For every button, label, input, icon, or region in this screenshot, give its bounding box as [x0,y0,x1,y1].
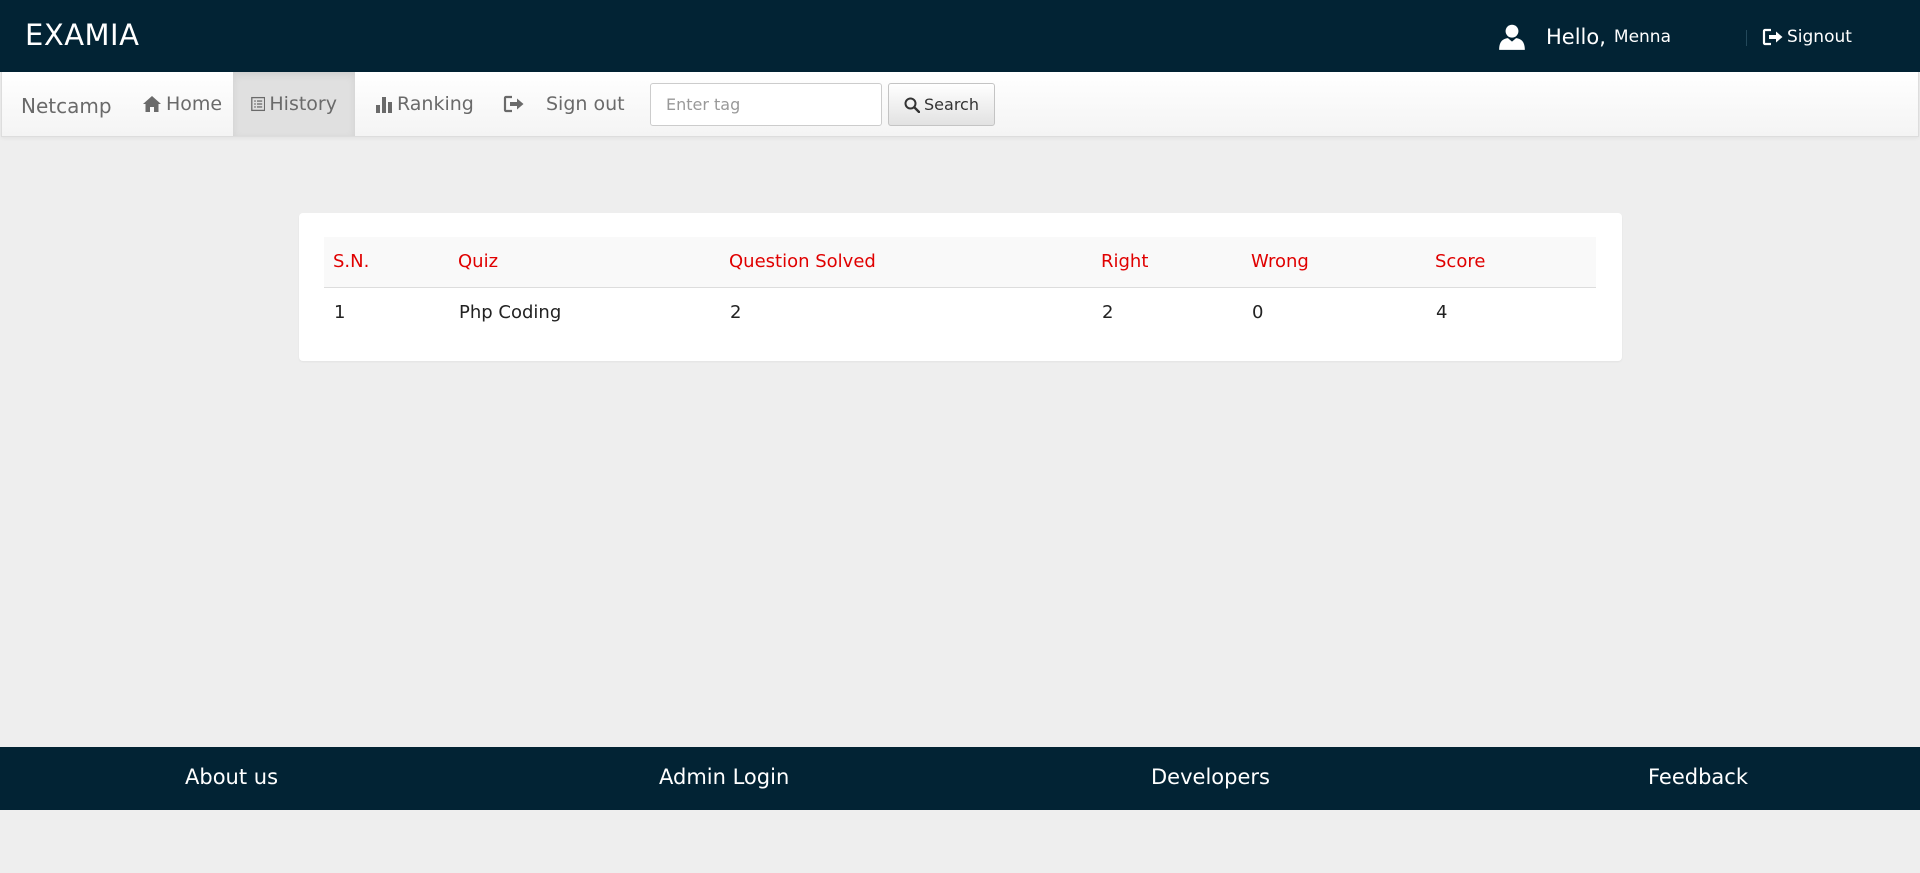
top-header: EXAMIA Hello, Menna Signout [0,0,1920,72]
column-header: Wrong [1242,237,1426,288]
column-header: Score [1426,237,1596,288]
table-cell: 2 [1102,301,1114,323]
list-icon [251,96,266,112]
column-header: S.N. [324,237,449,288]
nav-brand[interactable]: Netcamp [21,94,112,118]
footer-feedback-link[interactable]: Feedback [1648,765,1748,789]
column-header: Quiz [449,237,720,288]
footer-about-us-link[interactable]: About us [185,765,278,789]
header-divider [1746,30,1747,46]
nav-item-history[interactable]: History [233,72,355,136]
nav-item-label: Home [166,93,223,115]
search-icon [904,97,921,113]
nav-item-ranking[interactable]: Ranking [357,72,492,136]
nav-item-label: Ranking [397,93,474,115]
nav-item-home[interactable]: Home [124,72,240,136]
search-button[interactable]: Search [888,83,995,126]
hello-label: Hello, [1546,25,1606,49]
footer-admin-login-link[interactable]: Admin Login [659,765,789,789]
table-cell: 1 [334,301,346,323]
nav-item-label: History [269,93,337,115]
search-button-label: Search [924,95,979,114]
home-icon [143,96,161,112]
column-header: Right [1092,237,1242,288]
history-table: S.N. Quiz Question Solved Right Wrong Sc… [324,237,1596,337]
app-logo-text: EXAMIA [25,18,140,52]
user-greeting: Hello, Menna [1498,22,1671,52]
bar-chart-icon [376,97,392,113]
navbar: Netcamp Home History Ranking Sign out En… [1,72,1919,137]
column-header: Question Solved [720,237,1092,288]
user-icon [1499,24,1525,50]
username: Menna [1613,27,1671,47]
log-out-icon [503,95,524,113]
signout-label: Signout [1787,27,1852,47]
table-cell: Php Coding [459,301,562,323]
history-panel: S.N. Quiz Question Solved Right Wrong Sc… [299,213,1622,361]
table-cell: 4 [1436,301,1448,323]
table-header-row: S.N. Quiz Question Solved Right Wrong Sc… [324,237,1596,288]
log-out-icon [1762,28,1783,46]
table-cell: 2 [730,301,742,323]
tag-search-input[interactable] [650,83,882,126]
table-row: 1 Php Coding 2 2 0 4 [324,287,1596,337]
table-cell: 0 [1252,301,1264,323]
nav-item-label: Sign out [546,93,625,115]
footer: About us Admin Login Developers Feedback [0,747,1920,810]
signout-link[interactable]: Signout [1762,27,1852,47]
footer-developers-link[interactable]: Developers [1151,765,1270,789]
nav-item-sign-out[interactable]: Sign out [484,72,643,136]
